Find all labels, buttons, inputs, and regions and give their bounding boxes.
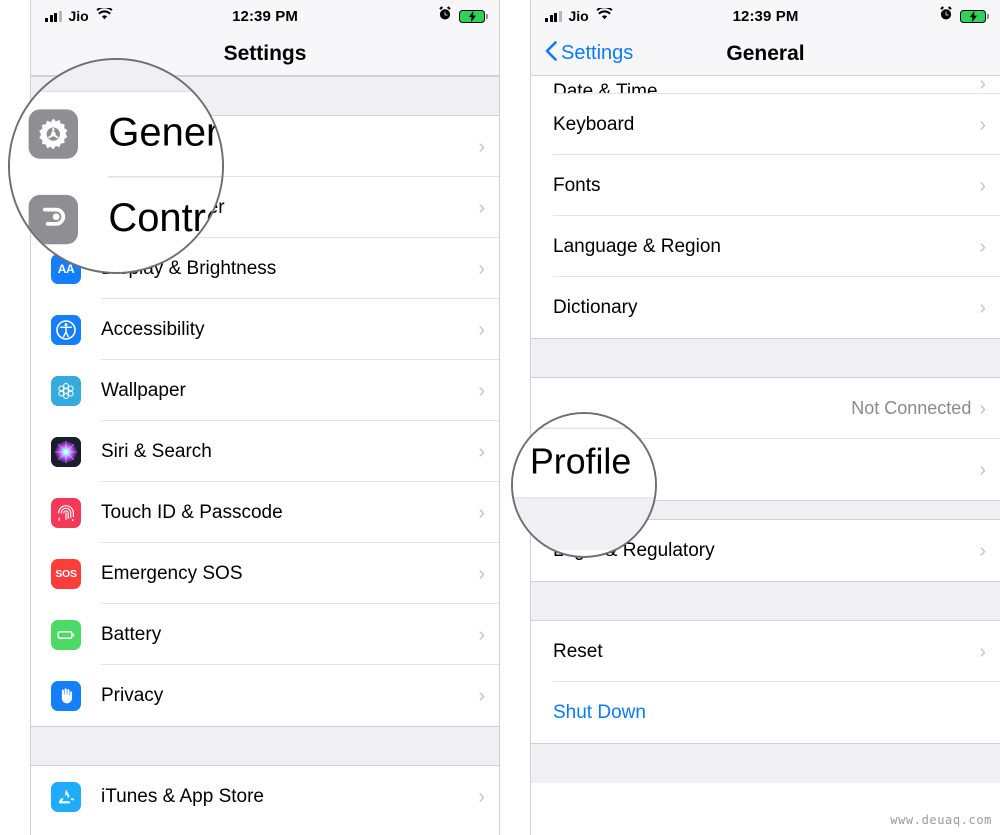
- settings-row-label: iTunes & App Store: [101, 785, 265, 807]
- privacy-hand-icon: [51, 680, 81, 711]
- siri-icon: [51, 436, 81, 467]
- chevron-right-icon: ›: [478, 196, 485, 219]
- settings-row-itunes-app-store[interactable]: iTunes & App Store ›: [31, 766, 499, 827]
- magnifier-callout-profile: Profile: [511, 412, 657, 558]
- chevron-right-icon: ›: [478, 318, 485, 341]
- screenshot-stage: Jio 12:39 PM Settings › › AA Display & B…: [0, 0, 1000, 835]
- back-button-label: Settings: [561, 42, 634, 64]
- chevron-right-icon: ›: [979, 76, 986, 94]
- chevron-right-icon: ›: [979, 640, 986, 663]
- general-row-label: Fonts: [553, 174, 601, 196]
- right-nav-bar: Settings General: [531, 32, 1000, 76]
- settings-row-touch-id-passcode[interactable]: Touch ID & Passcode ›: [31, 482, 499, 543]
- mag-row-profile: Profile: [513, 429, 655, 498]
- chevron-right-icon: ›: [478, 562, 485, 585]
- touch-id-icon: [51, 497, 81, 528]
- mag-label-control-center: Control Center: [108, 196, 222, 241]
- chevron-right-icon: ›: [979, 174, 986, 197]
- mag-row-control-center: Control Center: [10, 177, 222, 262]
- status-bar-right: [939, 6, 989, 26]
- general-row-label: Date & Time: [553, 81, 658, 94]
- mag-row-vpn: [513, 414, 655, 428]
- chevron-right-icon: ›: [478, 684, 485, 707]
- general-row-fonts[interactable]: Fonts ›: [531, 155, 1000, 216]
- status-bar-time: 12:39 PM: [732, 7, 799, 25]
- settings-row-label: Battery: [101, 623, 162, 645]
- list-gap-mid: [31, 726, 499, 766]
- settings-row-label: Wallpaper: [101, 379, 186, 401]
- battery-charging-icon: [960, 9, 989, 23]
- settings-row-battery[interactable]: Battery ›: [31, 604, 499, 665]
- back-button[interactable]: Settings: [545, 40, 634, 67]
- mag-label-profile: Profile: [530, 442, 632, 482]
- settings-row-label: Accessibility: [101, 318, 205, 340]
- emergency-sos-icon: SOS: [51, 558, 81, 589]
- chevron-right-icon: ›: [979, 113, 986, 136]
- general-row-label: Reset: [553, 640, 603, 662]
- settings-row-label: Privacy: [101, 684, 164, 706]
- app-store-icon: [51, 781, 81, 812]
- list-gap-bottom: [531, 743, 1000, 783]
- chevron-right-icon: ›: [478, 135, 485, 158]
- settings-row-wallpaper[interactable]: Wallpaper ›: [31, 360, 499, 421]
- chevron-right-icon: ›: [478, 785, 485, 808]
- gear-icon: [28, 109, 79, 159]
- general-row-shut-down[interactable]: Shut Down: [531, 682, 1000, 743]
- status-bar-time: 12:39 PM: [232, 7, 298, 25]
- mag-label-general: General: [108, 111, 222, 155]
- general-row-date-time[interactable]: Date & Time ›: [531, 76, 1000, 94]
- chevron-right-icon: ›: [979, 539, 986, 562]
- general-group-1: Date & Time › Keyboard › Fonts › Languag…: [531, 76, 1000, 338]
- chevron-right-icon: ›: [979, 397, 986, 420]
- general-row-keyboard[interactable]: Keyboard ›: [531, 94, 1000, 155]
- general-row-label: Keyboard: [553, 113, 635, 135]
- battery-icon: [51, 619, 81, 650]
- chevron-right-icon: ›: [979, 458, 986, 481]
- chevron-right-icon: ›: [478, 379, 485, 402]
- settings-row-privacy[interactable]: Privacy ›: [31, 665, 499, 726]
- general-row-label: Dictionary: [553, 296, 638, 318]
- watermark: www.deuaq.com: [890, 813, 992, 827]
- alarm-clock-icon: [939, 6, 953, 26]
- general-row-reset[interactable]: Reset ›: [531, 621, 1000, 682]
- settings-row-label: Siri & Search: [101, 440, 212, 462]
- alarm-clock-icon: [438, 6, 452, 26]
- vpn-status-value: Not Connected: [851, 398, 972, 418]
- magnifier-callout-general: General Control Center: [8, 58, 224, 274]
- settings-row-emergency-sos[interactable]: SOS Emergency SOS ›: [31, 543, 499, 604]
- chevron-right-icon: ›: [478, 623, 485, 646]
- list-gap-3: [531, 581, 1000, 621]
- magnifier-content: Profile: [513, 414, 655, 550]
- status-bar-right: [438, 6, 488, 26]
- settings-row-siri-search[interactable]: Siri & Search ›: [31, 421, 499, 482]
- general-row-dictionary[interactable]: Dictionary ›: [531, 277, 1000, 338]
- mag-row-general: General: [10, 92, 222, 176]
- right-status-bar: Jio 12:39 PM: [531, 0, 1000, 32]
- settings-row-label: Touch ID & Passcode: [101, 501, 283, 523]
- mag-band-bottom: [513, 498, 655, 550]
- general-row-label: Shut Down: [553, 701, 646, 723]
- left-status-bar: Jio 12:39 PM: [31, 0, 499, 32]
- chevron-right-icon: ›: [478, 257, 485, 280]
- accessibility-icon: [51, 314, 81, 345]
- control-center-icon: [28, 194, 79, 245]
- mag-band-top: [10, 60, 222, 91]
- general-group-4: Reset › Shut Down: [531, 621, 1000, 743]
- battery-charging-icon: [459, 9, 488, 23]
- settings-row-accessibility[interactable]: Accessibility ›: [31, 299, 499, 360]
- general-row-label: Language & Region: [553, 235, 721, 257]
- settings-group-2: iTunes & App Store ›: [31, 766, 499, 827]
- chevron-right-icon: ›: [478, 501, 485, 524]
- chevron-right-icon: ›: [979, 235, 986, 258]
- chevron-right-icon: ›: [478, 440, 485, 463]
- wallpaper-icon: [51, 375, 81, 406]
- magnifier-content: General Control Center: [10, 60, 222, 262]
- chevron-left-icon: [545, 40, 557, 67]
- chevron-right-icon: ›: [979, 296, 986, 319]
- list-gap-1: [531, 338, 1000, 378]
- general-row-language-region[interactable]: Language & Region ›: [531, 216, 1000, 277]
- settings-row-label: Emergency SOS: [101, 562, 243, 584]
